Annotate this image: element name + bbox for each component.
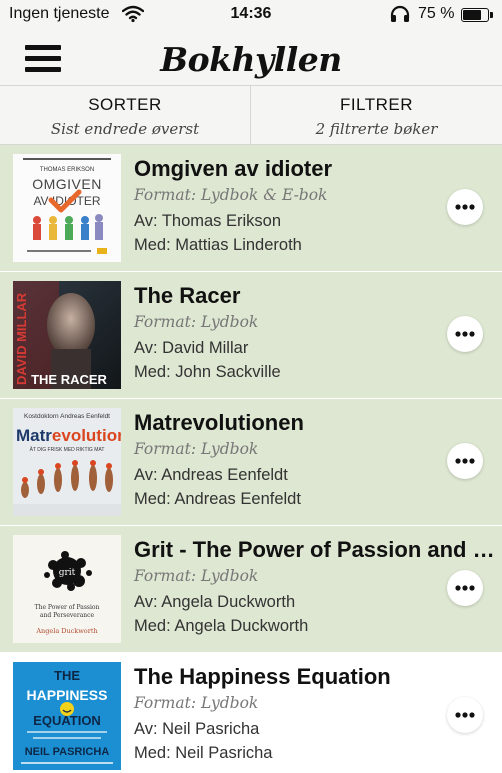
cover-word: grit [59,568,76,578]
book-cover: THOMAS ERIKSON OMGIVEN AV IDIOTER [13,154,121,262]
book-row[interactable]: grit The Power of Passion and Perseveran… [0,526,502,653]
ellipsis-icon [455,712,475,718]
book-cover: DAVID MILLAR THE RACER [13,281,121,389]
more-options-button[interactable] [447,443,483,479]
book-format: Format: Lydbok [134,313,259,331]
cover-author: NEIL PASRICHA [25,746,110,758]
book-narrator: Med: Neil Pasricha [134,744,273,762]
filter-value: 2 filtrerte bøker [315,120,438,138]
book-cover: grit The Power of Passion and Perseveran… [13,535,121,643]
book-narrator: Med: Angela Duckworth [134,617,309,635]
sort-filter-bar: SORTER Sist endrede øverst FILTRER 2 fil… [0,86,502,145]
cover-title-b: evolution [52,426,121,445]
book-narrator: Med: Andreas Eenfeldt [134,490,301,508]
cover-line1: OMGIVEN [32,176,102,192]
more-options-button[interactable] [447,316,483,352]
cover-top-text: Kostdoktorn Andreas Eenfeldt [24,413,110,420]
cover-author: Angela Duckworth [35,627,97,635]
cover-subtitle-1: The Power of Passion [35,604,100,611]
ellipsis-icon [455,585,475,591]
book-title: Matrevolutionen [134,410,304,435]
sort-value: Sist endrede øverst [50,120,200,138]
nav-bar: Bokhyllen [0,30,502,86]
book-title: Grit - The Power of Passion and Persever… [134,537,496,562]
book-narrator: Med: John Sackville [134,363,281,381]
filter-button[interactable]: FILTRER 2 filtrerte bøker [251,86,502,145]
filter-label: FILTRER [339,95,414,114]
book-cover: THE HAPPINESS EQUATION NEIL PASRICHA [13,662,121,770]
more-options-button[interactable] [447,697,483,733]
book-format: Format: Lydbok [134,440,259,458]
cover-bottom-text: THE RACER [31,372,107,387]
book-author: Av: Neil Pasricha [134,720,260,738]
book-list: THOMAS ERIKSON OMGIVEN AV IDIOTER Omgive… [0,145,502,773]
book-author: Av: Andreas Eenfeldt [134,466,288,484]
ellipsis-icon [455,458,475,464]
page-title: Bokhyllen [160,40,342,79]
headphones-icon [389,5,411,28]
book-row[interactable]: THE HAPPINESS EQUATION NEIL PASRICHA The… [0,653,502,773]
book-author: Av: Angela Duckworth [134,593,296,611]
book-cover: Kostdoktorn Andreas Eenfeldt Matrevoluti… [13,408,121,516]
book-format: Format: Lydbok [134,567,259,585]
svg-text:Matrevolutionen: Matrevolutionen [16,426,121,445]
cover-subtitle-2: and Perseverance [40,612,95,619]
book-title: The Happiness Equation [134,664,391,689]
more-options-button[interactable] [447,189,483,225]
ellipsis-icon [455,331,475,337]
book-row[interactable]: DAVID MILLAR THE RACER The Racer Format:… [0,272,502,399]
cover-side-text: DAVID MILLAR [14,292,29,385]
battery-percent: 75 % [418,5,455,22]
book-format: Format: Lydbok [134,694,259,712]
book-title: Omgiven av idioter [134,156,333,181]
book-narrator: Med: Mattias Linderoth [134,236,302,254]
cover-line3: EQUATION [33,713,101,728]
sort-button[interactable]: SORTER Sist endrede øverst [0,86,251,145]
cover-line1: THE [54,668,80,683]
book-row[interactable]: THOMAS ERIKSON OMGIVEN AV IDIOTER Omgive… [0,145,502,272]
book-author: Av: Thomas Erikson [134,212,282,230]
ellipsis-icon [455,204,475,210]
cover-subtitle: ÄT DIG FRISK MED RIKTIG MAT [30,446,105,453]
status-bar: Ingen tjeneste 14:36 75 % [0,0,502,30]
cover-top-text: THOMAS ERIKSON [40,167,94,173]
cover-line2: HAPPINESS [27,687,108,703]
battery-icon [461,8,493,22]
book-title: The Racer [134,283,241,308]
book-row[interactable]: Kostdoktorn Andreas Eenfeldt Matrevoluti… [0,399,502,526]
more-options-button[interactable] [447,570,483,606]
battery-level [463,10,481,20]
book-format: Format: Lydbok & E-bok [134,186,328,204]
cover-title-a: Matr [16,426,52,445]
sort-label: SORTER [88,95,162,114]
book-author: Av: David Millar [134,339,249,357]
